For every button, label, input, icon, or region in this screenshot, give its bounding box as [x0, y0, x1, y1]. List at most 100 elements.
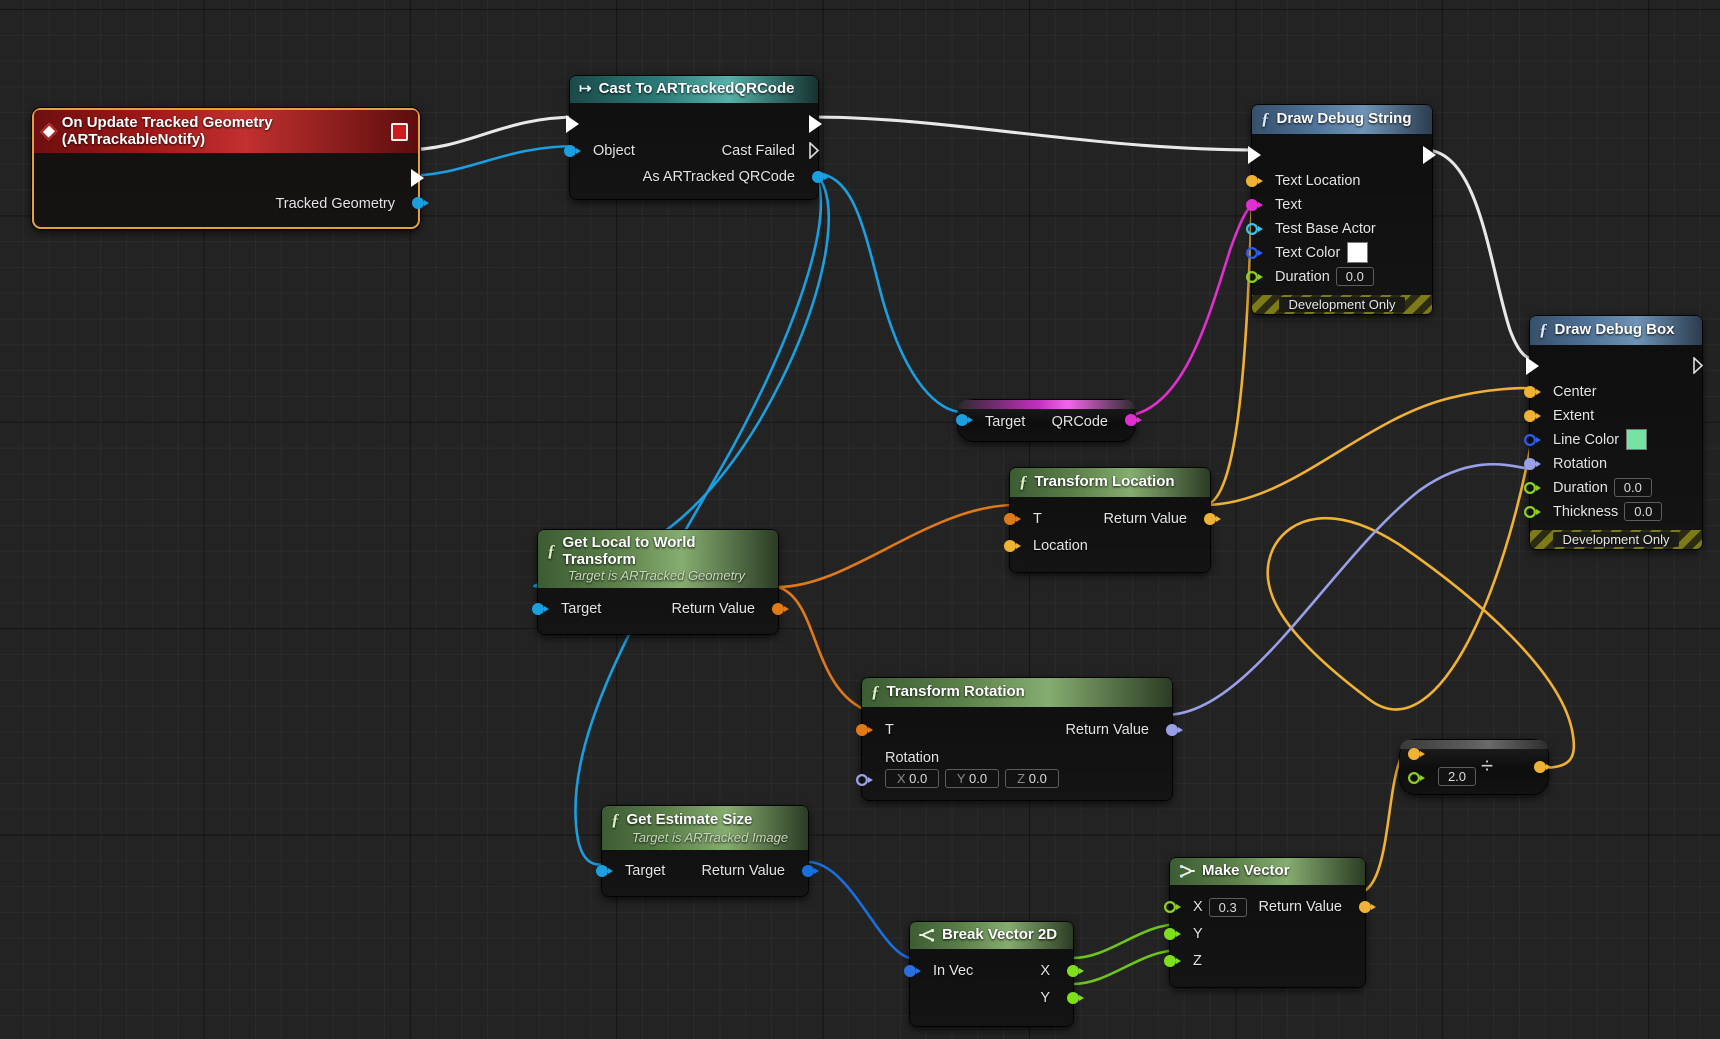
node-header[interactable] [958, 400, 1135, 409]
node-draw-debug-string[interactable]: ƒ Draw Debug String Text Location Text T… [1246, 105, 1436, 314]
make-vector-x-field[interactable]: 0.3 [1208, 897, 1247, 917]
rotation-y-field[interactable]: Y 0.0 [945, 768, 999, 788]
pin-row-y[interactable]: Y [910, 985, 1084, 1012]
pin-return-value[interactable] [1359, 900, 1376, 913]
pin-rotation[interactable] [856, 774, 873, 786]
pin-row-center[interactable]: Center [1524, 380, 1702, 404]
node-draw-debug-box[interactable]: ƒ Draw Debug Box Center Extent Line Colo… [1524, 316, 1704, 549]
pin-test-base-actor[interactable] [1246, 223, 1263, 235]
pin-row-exec[interactable] [1248, 141, 1436, 169]
node-header[interactable] [1400, 740, 1548, 749]
node-break-vector-2d[interactable]: Break Vector 2D In Vec X Y [904, 922, 1084, 1026]
pin-return-value[interactable] [802, 864, 819, 877]
node-make-vector[interactable]: Make Vector X 0.3 Return Value Y Z [1164, 858, 1376, 987]
pin-row-exec[interactable] [566, 110, 822, 138]
pin-duration[interactable] [1524, 482, 1541, 494]
pin-t[interactable] [856, 723, 873, 736]
pin-as-artracked-qrcode[interactable] [812, 170, 829, 183]
exec-cast-failed-icon[interactable] [809, 141, 820, 159]
node-transform-location[interactable]: ƒ Transform Location T Return Value Loca… [1004, 468, 1221, 572]
node-header[interactable]: ƒ Draw Debug Box [1530, 316, 1702, 345]
pin-return-value[interactable] [1204, 512, 1221, 525]
pin-object[interactable] [564, 144, 581, 157]
pin-row-as-artracked-qrcode[interactable]: As ARTracked QRCode [570, 164, 829, 190]
rotation-x-field[interactable]: X 0.0 [885, 768, 939, 788]
exec-out-icon[interactable] [411, 169, 424, 187]
pin-b[interactable] [1408, 772, 1425, 784]
exec-in-icon[interactable] [1248, 145, 1261, 164]
pin-row-extent[interactable]: Extent [1524, 404, 1702, 428]
pin-row-t[interactable]: T Return Value [856, 716, 1183, 744]
node-get-estimate-size[interactable]: ƒ Get Estimate Size Target is ARTracked … [596, 806, 819, 896]
pin-row-target[interactable]: Target Return Value [596, 858, 819, 884]
pin-rotation[interactable] [1524, 457, 1541, 470]
pin-line-color[interactable] [1524, 434, 1541, 446]
pin-row-in-vec[interactable]: In Vec X [904, 958, 1084, 985]
node-header[interactable]: ƒ Get Estimate Size Target is ARTracked … [602, 806, 808, 850]
pin-row-test-base-actor[interactable]: Test Base Actor [1252, 217, 1432, 241]
rotation-z-field[interactable]: Z 0.0 [1005, 768, 1059, 788]
exec-out-icon[interactable] [1693, 356, 1704, 374]
pin-y[interactable] [1067, 991, 1084, 1004]
node-header[interactable]: ƒ Draw Debug String [1252, 105, 1432, 134]
pin-text-color[interactable] [1246, 247, 1263, 259]
pin-y[interactable] [1164, 927, 1181, 940]
pin-row-text-color[interactable]: Text Color [1252, 241, 1432, 265]
pin-t[interactable] [1004, 512, 1021, 525]
node-get-qrcode[interactable]: Target QRCode [956, 400, 1142, 441]
text-color-swatch[interactable] [1347, 242, 1369, 264]
pin-row-location[interactable]: Location [1004, 533, 1210, 560]
pin-row-tracked-geometry[interactable]: Tracked Geometry [34, 191, 429, 217]
pin-target[interactable] [956, 414, 973, 426]
pin-thickness[interactable] [1524, 506, 1541, 518]
pin-row-target[interactable]: Target Return Value [532, 596, 789, 622]
node-get-local-to-world-transform[interactable]: ƒ Get Local to World Transform Target is… [532, 530, 789, 634]
pin-text[interactable] [1246, 198, 1263, 211]
node-header[interactable]: ƒ Transform Rotation [862, 678, 1172, 707]
exec-in-icon[interactable] [566, 114, 579, 133]
exec-out-icon[interactable] [1423, 145, 1436, 164]
pin-x[interactable] [1067, 964, 1084, 977]
pin-x[interactable] [1164, 901, 1181, 913]
pin-extent[interactable] [1524, 409, 1541, 422]
pin-row-duration[interactable]: Duration 0.0 [1252, 265, 1432, 289]
pin-row-text-location[interactable]: Text Location [1246, 169, 1432, 193]
pin-row-line-color[interactable]: Line Color [1530, 428, 1702, 452]
pin-row-y[interactable]: Y [1164, 921, 1365, 948]
duration-value-field[interactable]: 0.0 [1335, 267, 1374, 287]
node-header[interactable]: ↦ Cast To ARTrackedQRCode [570, 76, 818, 103]
pin-row-exec[interactable] [1526, 352, 1704, 380]
pin-return-value[interactable] [772, 603, 789, 615]
node-header[interactable]: ƒ Transform Location [1010, 468, 1210, 497]
node-on-update-tracked-geometry[interactable]: On Update Tracked Geometry (ARTrackableN… [32, 108, 429, 229]
pin-tracked-geometry[interactable] [412, 197, 429, 209]
pin-result[interactable] [1534, 761, 1551, 773]
pin-location[interactable] [1004, 539, 1021, 552]
pin-a[interactable] [1408, 748, 1425, 760]
node-divide[interactable]: 2.0 ÷ [1400, 740, 1551, 794]
pin-row-rotation[interactable]: Rotation [1524, 452, 1702, 476]
pin-text-location[interactable] [1246, 174, 1263, 187]
stop-icon[interactable] [391, 122, 408, 141]
exec-in-icon[interactable] [1526, 356, 1539, 375]
duration-value-field[interactable]: 0.0 [1613, 478, 1652, 498]
pin-target[interactable] [532, 603, 549, 615]
pin-qrcode[interactable] [1125, 414, 1142, 426]
pin-row-z[interactable]: Z [1164, 948, 1365, 975]
pin-center[interactable] [1524, 385, 1541, 398]
blueprint-graph-canvas[interactable]: { "graph": { "title": "Unreal Engine Blu… [0, 0, 1720, 1039]
pin-target[interactable] [596, 864, 613, 877]
pin-return-value[interactable] [1166, 723, 1183, 736]
exec-out-icon[interactable] [809, 114, 822, 133]
pin-row-thickness[interactable]: Thickness 0.0 [1530, 500, 1702, 524]
node-header[interactable]: Break Vector 2D [910, 922, 1073, 949]
pin-row-exec-out[interactable] [34, 165, 424, 191]
node-transform-rotation[interactable]: ƒ Transform Rotation T Return Value Rota… [856, 678, 1183, 800]
pin-row-object[interactable]: Object Cast Failed [564, 138, 820, 164]
line-color-swatch[interactable] [1626, 429, 1648, 451]
pin-in-vec[interactable] [904, 964, 921, 977]
divide-b-field[interactable]: 2.0 [1438, 767, 1476, 786]
pin-row-x[interactable]: X 0.3 Return Value [1170, 894, 1376, 921]
node-header[interactable]: ƒ Get Local to World Transform Target is… [538, 530, 778, 588]
pin-row-text[interactable]: Text [1246, 193, 1432, 217]
